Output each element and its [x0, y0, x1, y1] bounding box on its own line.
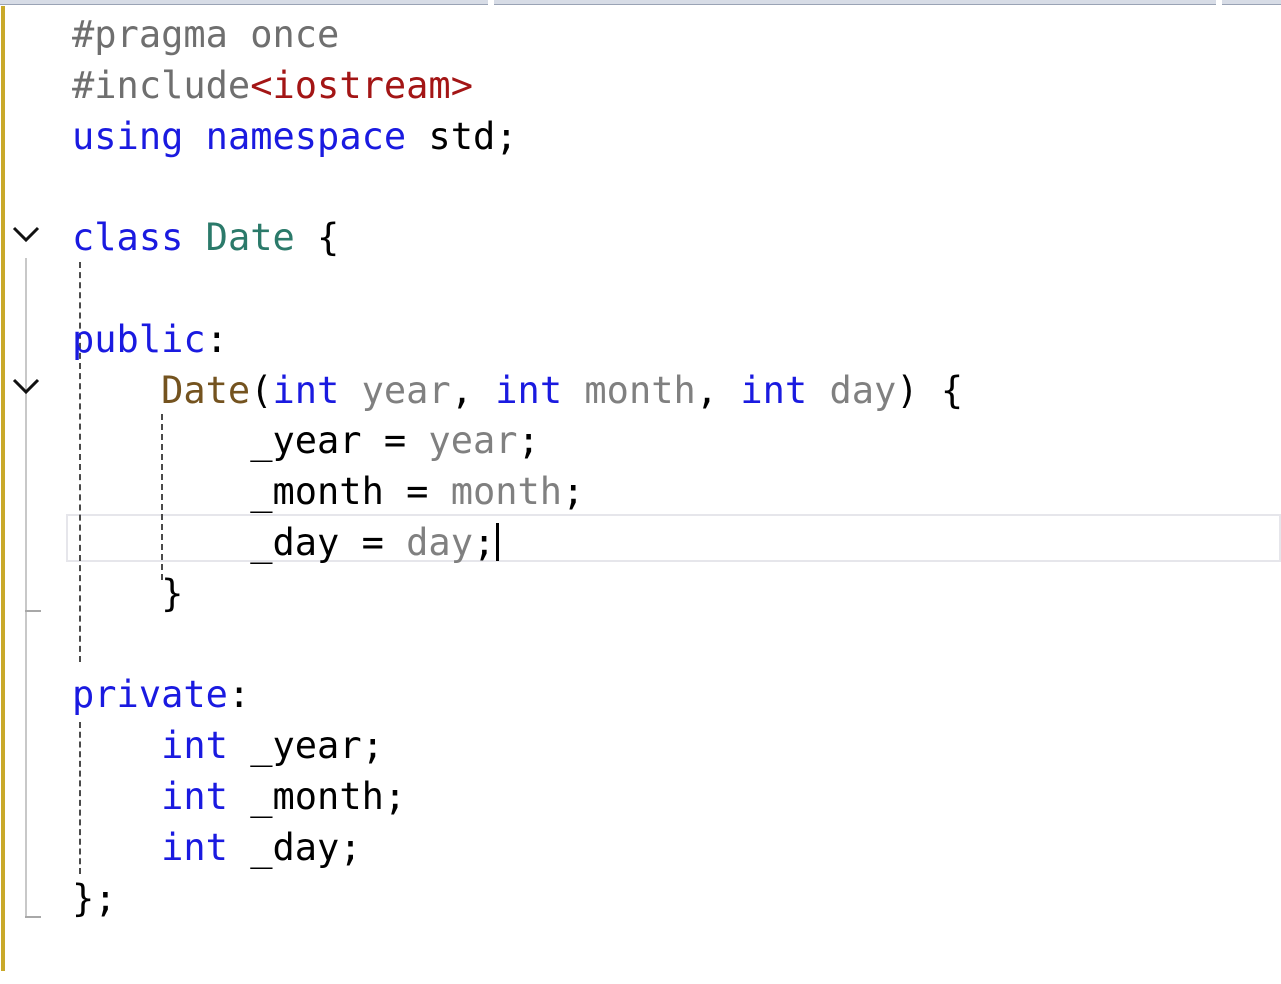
- code-token: :: [205, 317, 228, 361]
- code-token: :: [227, 673, 251, 717]
- fold-region-constructor: [25, 410, 27, 612]
- code-token: ;: [472, 520, 496, 564]
- fold-region-end: [25, 610, 41, 612]
- code-line[interactable]: using namespace std;: [72, 112, 963, 163]
- code-line[interactable]: class Date {: [72, 213, 963, 264]
- code-token: };: [72, 876, 117, 920]
- code-line[interactable]: #pragma once: [72, 10, 963, 61]
- chevron-down-icon[interactable]: [12, 224, 40, 244]
- tab-strip-segment: [1222, 0, 1281, 5]
- code-token: ,: [695, 368, 741, 412]
- code-line[interactable]: _year = year;: [72, 416, 963, 467]
- code-line[interactable]: _month = month;: [72, 467, 963, 518]
- code-token: year: [428, 419, 518, 463]
- code-line[interactable]: _day = day;: [72, 518, 963, 569]
- fold-region-end: [25, 916, 41, 918]
- code-token: int: [272, 368, 340, 412]
- code-token: int: [495, 368, 563, 412]
- code-token: }: [72, 571, 184, 615]
- code-token: month: [584, 368, 696, 412]
- code-token: {: [294, 216, 340, 260]
- code-token: _month =: [72, 470, 451, 514]
- code-token: day: [406, 520, 473, 564]
- code-line[interactable]: public:: [72, 315, 963, 366]
- code-token: Date: [205, 216, 295, 260]
- code-line[interactable]: int _year;: [72, 721, 963, 772]
- code-line[interactable]: #include<iostream>: [72, 61, 963, 112]
- code-token: int: [740, 368, 808, 412]
- code-token: #pragma once: [72, 13, 340, 56]
- chevron-down-icon[interactable]: [12, 376, 40, 396]
- tab-strip-segment: [0, 0, 488, 5]
- code-token: int: [161, 825, 228, 869]
- code-token: std;: [406, 114, 518, 158]
- code-line[interactable]: [72, 162, 963, 213]
- code-token: ;: [562, 470, 585, 514]
- code-line[interactable]: [72, 264, 963, 315]
- code-line[interactable]: [72, 620, 963, 671]
- code-token: using: [72, 114, 184, 158]
- code-line[interactable]: Date(int year, int month, int day) {: [72, 366, 963, 417]
- editor-tab-strip: [0, 0, 1281, 6]
- code-token: int: [161, 774, 228, 818]
- code-token: _day =: [72, 520, 407, 564]
- code-line[interactable]: }: [72, 569, 963, 620]
- code-token: _year =: [72, 419, 429, 463]
- code-line[interactable]: };: [72, 874, 963, 925]
- code-token: day: [829, 368, 897, 412]
- code-line[interactable]: int _month;: [72, 772, 963, 823]
- code-token: ;: [517, 419, 540, 463]
- code-token: public: [72, 317, 206, 361]
- tab-strip-segment: [494, 0, 1216, 5]
- code-token: _month;: [227, 774, 407, 818]
- code-token: _year;: [227, 724, 384, 768]
- code-token: #include: [72, 63, 251, 107]
- code-token: _day;: [227, 825, 362, 869]
- code-token: ,: [450, 368, 496, 412]
- code-editor[interactable]: #pragma once #include<iostream> using name…: [72, 10, 963, 924]
- editor-gutter: [0, 0, 66, 984]
- code-token: int: [161, 724, 228, 768]
- change-tracking-margin: [1, 6, 5, 971]
- code-token: month: [450, 470, 563, 514]
- code-line[interactable]: private:: [72, 670, 963, 721]
- code-token: (: [250, 368, 273, 412]
- text-caret: [496, 522, 500, 561]
- code-token: namespace: [205, 114, 407, 158]
- code-token: class: [72, 216, 184, 260]
- code-token: Date: [161, 368, 251, 412]
- code-token: private: [72, 673, 228, 717]
- code-token: <iostream>: [250, 63, 473, 107]
- code-token: ) {: [896, 368, 964, 412]
- code-token: year: [361, 368, 451, 412]
- code-line[interactable]: int _day;: [72, 823, 963, 874]
